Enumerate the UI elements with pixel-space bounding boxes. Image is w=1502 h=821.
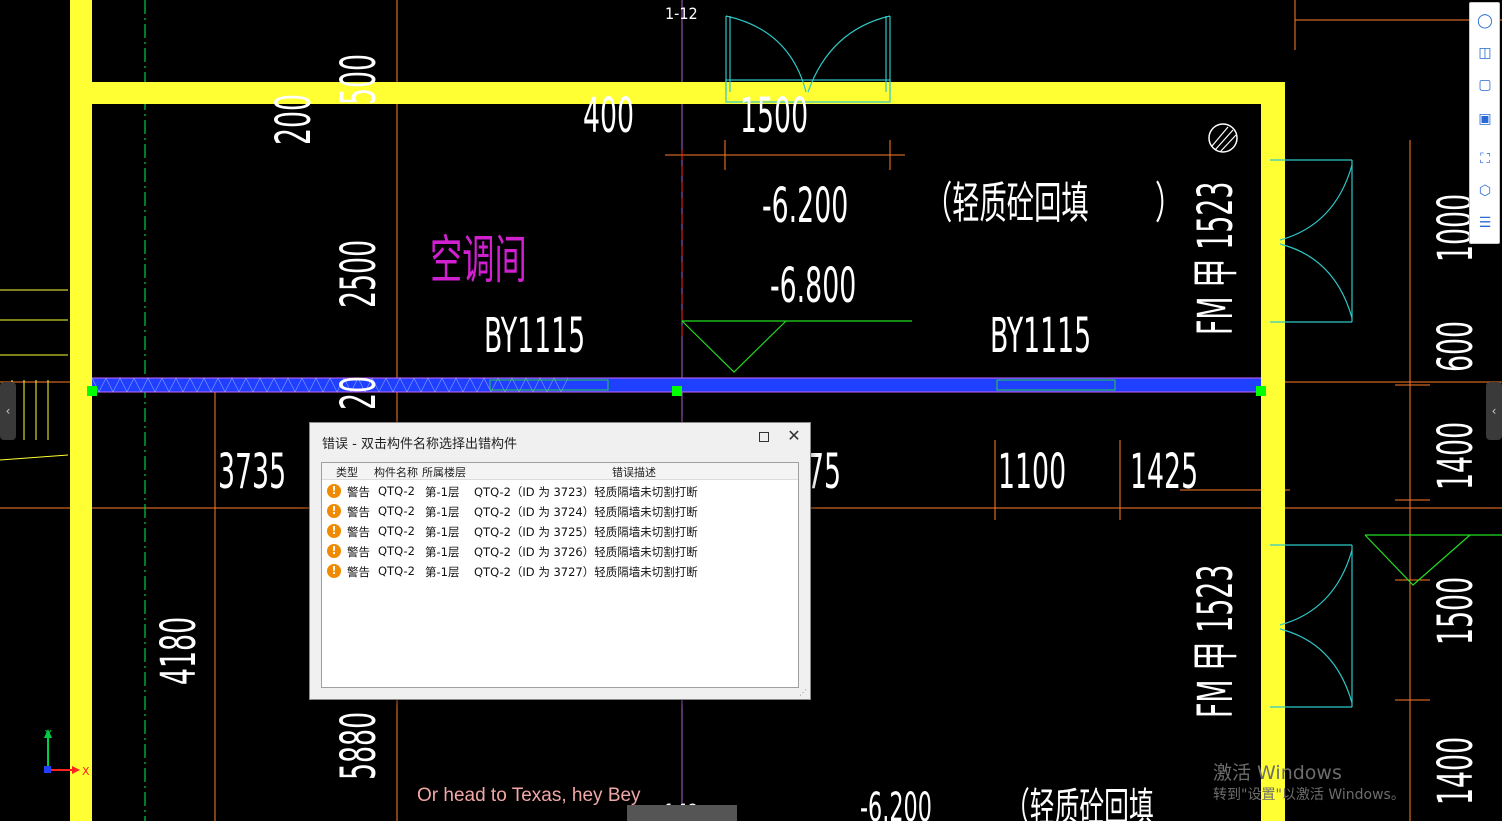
dim-1100: 1100: [998, 445, 1066, 500]
resize-grip-icon[interactable]: ⋰: [799, 688, 807, 697]
fill-note-lower: （轻质砼回填: [1005, 784, 1154, 821]
error-list-header: 类型 构件名称 所属楼层 错误描述: [322, 463, 798, 480]
dim-600: 600: [1429, 321, 1484, 372]
dim-1500-top: 1500: [740, 89, 808, 144]
warning-icon: !: [327, 544, 341, 558]
warning-icon: !: [327, 504, 341, 518]
dim-400: 400: [583, 89, 634, 144]
fill-note-paren: ）: [1155, 177, 1182, 229]
3d-view-icon[interactable]: ◫: [1475, 43, 1495, 63]
right-panel-toggle[interactable]: ‹: [1486, 382, 1502, 440]
col-floor[interactable]: 所属楼层: [422, 464, 466, 480]
close-button[interactable]: ✕: [784, 426, 804, 446]
isolate-icon[interactable]: ⬡: [1475, 181, 1495, 201]
dim-200: 200: [267, 94, 322, 145]
dim-1425: 1425: [1130, 445, 1198, 500]
elevation-top: -6.200: [762, 179, 848, 234]
dim-3735: 3735: [218, 445, 286, 500]
elevation-bottom: -6.800: [770, 259, 856, 314]
col-name[interactable]: 构件名称: [374, 464, 418, 480]
warning-icon: !: [327, 564, 341, 578]
dim-500: 500: [332, 54, 387, 105]
error-row[interactable]: ! 警告 QTQ-2 第-1层 QTQ-2（ID 为 3725）轻质隔墙未切割打…: [322, 521, 798, 541]
error-row[interactable]: ! 警告 QTQ-2 第-1层 QTQ-2（ID 为 3723）轻质隔墙未切割打…: [322, 481, 798, 501]
dim-4180: 4180: [152, 617, 207, 685]
ucs-x-label: X: [82, 765, 90, 778]
error-row[interactable]: ! 警告 QTQ-2 第-1层 QTQ-2（ID 为 3724）轻质隔墙未切割打…: [322, 501, 798, 521]
bottom-panel-tab[interactable]: [627, 805, 737, 821]
room-label: 空调间: [430, 231, 527, 291]
warning-icon: !: [327, 484, 341, 498]
error-row[interactable]: ! 警告 QTQ-2 第-1层 QTQ-2（ID 为 3727）轻质隔墙未切割打…: [322, 561, 798, 581]
dim-1400: 1400: [1429, 737, 1484, 805]
partition-wall-qtq2[interactable]: [87, 377, 1266, 396]
dim-5880: 5880: [332, 712, 387, 780]
axis-label-top: 1-12: [665, 4, 698, 23]
activation-watermark-sub: 转到"设置"以激活 Windows。: [1213, 787, 1405, 803]
grip-handle-right: [1256, 386, 1266, 396]
grip-handle-mid: [672, 386, 682, 396]
settings-list-icon[interactable]: ☰: [1475, 213, 1495, 233]
video-subtitle: Or head to Texas, hey Bey: [417, 785, 641, 806]
warning-icon: !: [327, 524, 341, 538]
col-desc[interactable]: 错误描述: [612, 464, 656, 480]
dim-20: 20: [332, 376, 387, 410]
door-label-upper: FM 甲 1523: [1189, 182, 1244, 335]
error-dialog: 错误 - 双击构件名称选择出错构件 ✕ 类型 构件名称 所属楼层 错误描述 ! …: [309, 422, 811, 700]
maximize-button[interactable]: [759, 432, 769, 442]
box-icon[interactable]: ▢: [1475, 75, 1495, 95]
beam-label-left: BY1115: [484, 309, 585, 364]
hatch-circle-symbol: [1208, 123, 1238, 153]
fill-note: （轻质砼回填: [925, 177, 1089, 229]
activation-watermark-title: 激活 Windows: [1213, 762, 1342, 784]
col-type[interactable]: 类型: [336, 464, 358, 480]
beam-label-right: BY1115: [990, 309, 1091, 364]
view-toolbar: ◯ ◫ ▢ ▣ ⛶ ⬡ ☰: [1469, 2, 1500, 244]
dim-1500-right: 1500: [1429, 577, 1484, 645]
error-list[interactable]: 类型 构件名称 所属楼层 错误描述 ! 警告 QTQ-2 第-1层 QTQ-2（…: [321, 462, 799, 688]
error-row[interactable]: ! 警告 QTQ-2 第-1层 QTQ-2（ID 为 3726）轻质隔墙未切割打…: [322, 541, 798, 561]
dialog-title: 错误 - 双击构件名称选择出错构件: [322, 437, 517, 452]
grip-handle-left: [87, 386, 97, 396]
left-panel-toggle[interactable]: ‹: [0, 382, 16, 440]
solid-box-icon[interactable]: ▣: [1475, 109, 1495, 129]
ucs-y-label: Y: [44, 728, 52, 741]
door-label-lower: FM 甲 1523: [1189, 565, 1244, 718]
dim-1400b: 1400: [1429, 422, 1484, 490]
elevation-lower: -6.200: [860, 784, 932, 821]
fit-view-icon[interactable]: ⛶: [1475, 149, 1495, 169]
dim-2500: 2500: [332, 240, 387, 308]
orbit-icon[interactable]: ◯: [1475, 11, 1495, 31]
